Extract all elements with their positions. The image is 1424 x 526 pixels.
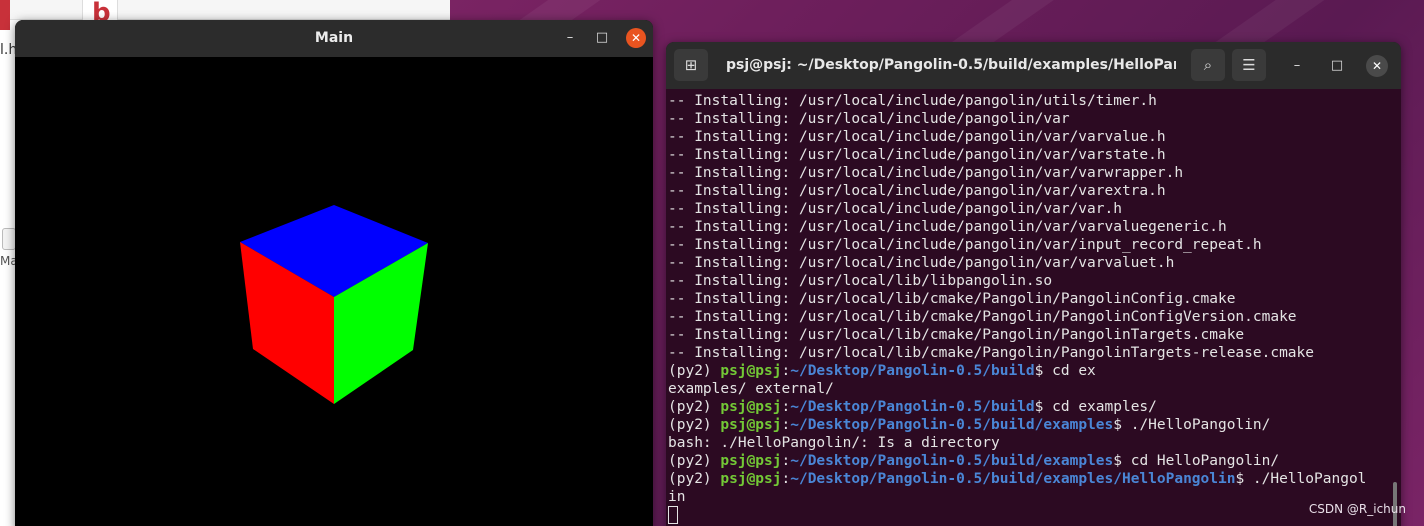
terminal-output-line: examples/ external/	[668, 381, 834, 397]
menu-icon[interactable]: ☰	[1232, 49, 1266, 81]
prompt-colon: :	[781, 363, 791, 379]
prompt-colon: :	[781, 417, 791, 433]
prompt-path: ~/Desktop/Pangolin-0.5/build	[790, 363, 1035, 379]
prompt-path: ~/Desktop/Pangolin-0.5/build/examples	[790, 453, 1114, 469]
terminal-install-line: -- Installing: /usr/local/lib/cmake/Pang…	[668, 309, 1297, 325]
new-tab-icon[interactable]: ⊞	[674, 49, 708, 81]
terminal-prompt-line: (py2) psj@psj:~/Desktop/Pangolin-0.5/bui…	[668, 470, 1401, 488]
terminal-prompt-line: (py2) psj@psj:~/Desktop/Pangolin-0.5/bui…	[668, 398, 1401, 416]
terminal-install-line: -- Installing: /usr/local/include/pangol…	[668, 165, 1184, 181]
terminal-prompt-line: (py2) psj@psj:~/Desktop/Pangolin-0.5/bui…	[668, 416, 1401, 434]
prompt-path: ~/Desktop/Pangolin-0.5/build	[790, 399, 1035, 415]
search-icon[interactable]: ⌕	[1191, 49, 1225, 81]
terminal-minimize-button[interactable]: –	[1286, 55, 1308, 77]
terminal-install-line: -- Installing: /usr/local/lib/libpangoli…	[668, 273, 1053, 289]
terminal-close-button[interactable]: ✕	[1366, 55, 1388, 77]
main-window-title: Main	[314, 30, 354, 46]
terminal-install-line: -- Installing: /usr/local/include/pangol…	[668, 237, 1262, 253]
opengl-canvas[interactable]	[15, 57, 653, 526]
prompt-env: (py2)	[668, 417, 721, 433]
prompt-command: $ cd HelloPangolin/	[1113, 453, 1280, 469]
terminal-cursor-line	[668, 506, 1401, 524]
prompt-env: (py2)	[668, 471, 721, 487]
prompt-colon: :	[781, 399, 791, 415]
background-accent-bar	[0, 0, 10, 30]
prompt-env: (py2)	[668, 453, 721, 469]
main-minimize-button[interactable]: –	[560, 28, 580, 48]
background-tab-bar	[0, 0, 450, 20]
main-window[interactable]: Main – □ ✕	[15, 20, 653, 526]
terminal-install-line: -- Installing: /usr/local/include/pangol…	[668, 183, 1166, 199]
prompt-colon: :	[781, 453, 791, 469]
main-close-button[interactable]: ✕	[626, 28, 646, 48]
prompt-command: $ cd examples/	[1034, 399, 1157, 415]
terminal-install-line: -- Installing: /usr/local/lib/cmake/Pang…	[668, 291, 1236, 307]
terminal-install-line: -- Installing: /usr/local/include/pangol…	[668, 201, 1122, 217]
prompt-command: $ ./HelloPangol	[1235, 471, 1367, 487]
terminal-install-line: -- Installing: /usr/local/include/pangol…	[668, 255, 1175, 271]
prompt-path: ~/Desktop/Pangolin-0.5/build/examples	[790, 417, 1114, 433]
prompt-command: $ ./HelloPangolin/	[1113, 417, 1271, 433]
terminal-window[interactable]: ⊞ psj@psj: ~/Desktop/Pangolin-0.5/build/…	[666, 42, 1401, 526]
terminal-install-line: -- Installing: /usr/local/include/pangol…	[668, 219, 1227, 235]
prompt-user: psj@psj	[720, 363, 782, 379]
terminal-output[interactable]: -- Installing: /usr/local/include/pangol…	[666, 89, 1401, 526]
terminal-maximize-button[interactable]: □	[1326, 55, 1348, 77]
terminal-output-line: in	[668, 489, 686, 505]
prompt-env: (py2)	[668, 399, 721, 415]
terminal-install-line: -- Installing: /usr/local/lib/cmake/Pang…	[668, 345, 1315, 361]
background-control[interactable]	[2, 228, 16, 250]
terminal-install-line: -- Installing: /usr/local/include/pangol…	[668, 111, 1070, 127]
main-maximize-button[interactable]: □	[592, 28, 612, 48]
terminal-install-line: -- Installing: /usr/local/include/pangol…	[668, 93, 1157, 109]
prompt-path: ~/Desktop/Pangolin-0.5/build/examples/He…	[790, 471, 1236, 487]
terminal-prompt-line: (py2) psj@psj:~/Desktop/Pangolin-0.5/bui…	[668, 452, 1401, 470]
terminal-prompt-line: (py2) psj@psj:~/Desktop/Pangolin-0.5/bui…	[668, 362, 1401, 380]
prompt-colon: :	[781, 471, 791, 487]
watermark: CSDN @R_ichun	[1308, 502, 1406, 516]
terminal-install-line: -- Installing: /usr/local/lib/cmake/Pang…	[668, 327, 1245, 343]
terminal-header[interactable]: ⊞ psj@psj: ~/Desktop/Pangolin-0.5/build/…	[666, 42, 1401, 89]
terminal-install-line: -- Installing: /usr/local/include/pangol…	[668, 147, 1166, 163]
terminal-output-line: bash: ./HelloPangolin/: Is a directory	[668, 435, 1000, 451]
prompt-user: psj@psj	[720, 471, 782, 487]
terminal-cursor[interactable]	[668, 506, 678, 524]
terminal-title: psj@psj: ~/Desktop/Pangolin-0.5/build/ex…	[726, 57, 1176, 73]
main-titlebar[interactable]: Main – □ ✕	[15, 20, 653, 57]
prompt-user: psj@psj	[720, 453, 782, 469]
cube-viewport	[240, 205, 428, 404]
prompt-command: $ cd ex	[1034, 363, 1096, 379]
prompt-user: psj@psj	[720, 399, 782, 415]
terminal-install-line: -- Installing: /usr/local/include/pangol…	[668, 129, 1166, 145]
prompt-env: (py2)	[668, 363, 721, 379]
prompt-user: psj@psj	[720, 417, 782, 433]
